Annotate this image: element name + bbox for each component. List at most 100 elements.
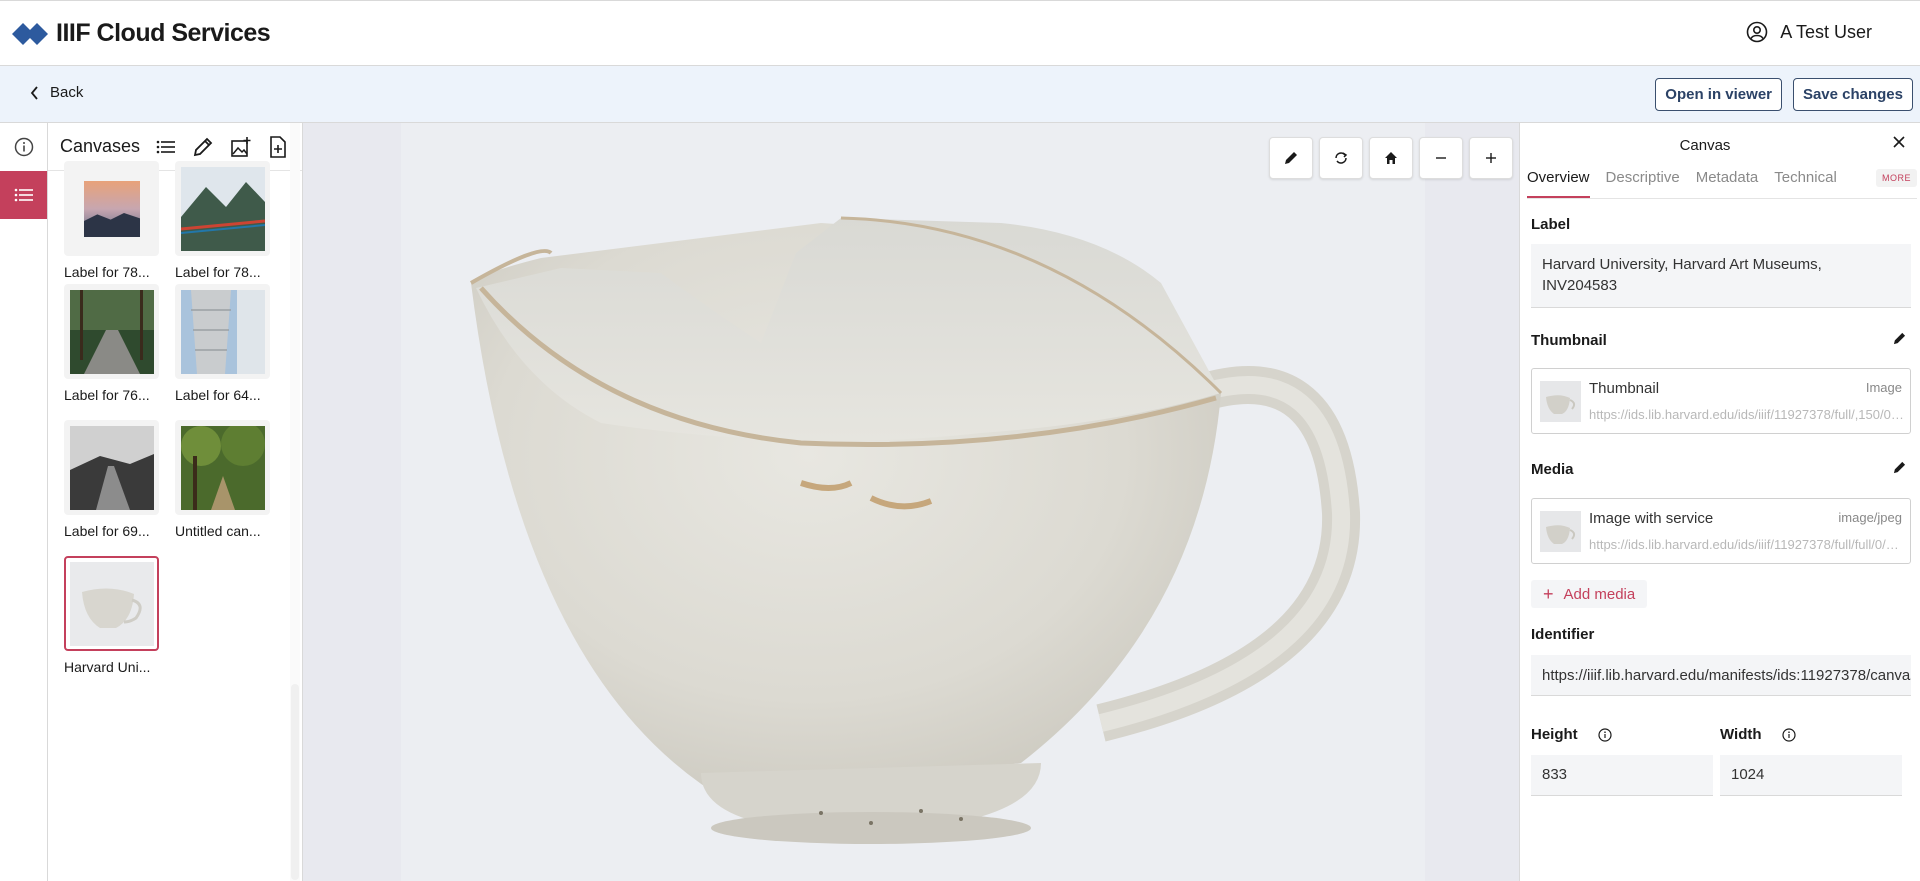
more-tabs-button[interactable]: MORE: [1876, 169, 1917, 187]
tab-descriptive[interactable]: Descriptive: [1606, 169, 1680, 198]
top-bar: IIIF Cloud Services A Test User: [0, 0, 1920, 66]
width-label: Width: [1720, 726, 1762, 743]
canvas-thumbnail[interactable]: Label for 76...: [64, 284, 174, 403]
info-icon[interactable]: [1598, 728, 1612, 742]
tab-overview[interactable]: Overview: [1527, 169, 1590, 198]
list-icon: [156, 140, 175, 153]
plus-icon: +: [1543, 583, 1554, 604]
user-name: A Test User: [1780, 21, 1872, 42]
back-button[interactable]: Back: [30, 84, 83, 101]
close-panel-button[interactable]: [1892, 135, 1906, 154]
pencil-icon: [194, 137, 213, 156]
label-field[interactable]: Harvard University, Harvard Art Museums,…: [1531, 244, 1911, 308]
thumbnail-label: Harvard Uni...: [64, 659, 151, 675]
list-icon: [14, 188, 33, 202]
width-field[interactable]: 1024: [1720, 755, 1902, 796]
rotate-button[interactable]: [1319, 137, 1363, 179]
identifier-field[interactable]: https://iiif.lib.harvard.edu/manifests/i…: [1531, 655, 1911, 696]
left-rail: [0, 123, 48, 881]
thumbnail-preview: [1540, 381, 1581, 422]
image-viewer[interactable]: [303, 123, 1519, 881]
cup-image: [69, 561, 154, 646]
plus-icon: [1486, 153, 1496, 163]
save-changes-button[interactable]: Save changes: [1792, 78, 1913, 111]
canvas-properties-panel: Canvas Overview Descriptive Metadata Tec…: [1519, 123, 1920, 881]
home-icon: [1385, 152, 1397, 164]
app-title: IIIF Cloud Services: [56, 19, 271, 47]
pencil-icon: [1285, 152, 1297, 164]
tab-metadata[interactable]: Metadata: [1696, 169, 1759, 198]
forest-path-image: [180, 425, 265, 510]
identifier-heading: Identifier: [1531, 626, 1595, 643]
rail-canvases-button[interactable]: [0, 171, 47, 219]
chevron-left-icon: [30, 85, 38, 100]
thumbnail-frame: [175, 284, 270, 379]
edit-media-button[interactable]: [1893, 461, 1906, 479]
silo-sky-image: [180, 289, 265, 374]
thumbnail-card-type: Image: [1865, 380, 1902, 395]
thumbnail-frame: [64, 420, 159, 515]
canvases-title: Canvases: [60, 136, 141, 156]
thumbnail-frame: [64, 556, 159, 651]
thumbnail-label: Label for 78...: [64, 264, 150, 280]
canvas-thumbnail-selected[interactable]: Harvard Uni...: [64, 556, 174, 675]
thumbnail-label: Label for 64...: [175, 387, 261, 403]
rail-info-button[interactable]: [0, 123, 47, 171]
thumbnail-label: Label for 76...: [64, 387, 150, 403]
canvas-thumbnail[interactable]: Label for 64...: [175, 284, 285, 403]
media-card-url: https://ids.lib.harvard.edu/ids/iiif/119…: [1589, 537, 1904, 552]
canvases-panel: Canvases Label for 78... Label for 78...…: [48, 123, 303, 881]
thumbnail-card-title: Thumbnail: [1589, 380, 1660, 397]
open-in-viewer-button[interactable]: Open in viewer: [1655, 78, 1782, 111]
cup-media-image: [1540, 511, 1581, 552]
properties-tabs: Overview Descriptive Metadata Technical …: [1527, 169, 1917, 199]
height-label: Height: [1531, 726, 1578, 743]
rotate-icon: [1335, 152, 1348, 164]
thumbnail-frame: [175, 420, 270, 515]
close-icon: [1893, 136, 1905, 148]
home-button[interactable]: [1369, 137, 1413, 179]
sunset-coast-image: [83, 180, 140, 237]
thumbnail-heading: Thumbnail: [1531, 332, 1607, 349]
annotate-button[interactable]: [1269, 137, 1313, 179]
canvas-thumbnail[interactable]: Untitled can...: [175, 420, 285, 539]
canvas-image: [401, 123, 1425, 881]
add-media-button[interactable]: + Add media: [1531, 580, 1648, 608]
iiif-logo-icon: [12, 22, 48, 45]
list-view-button[interactable]: [152, 133, 179, 161]
thumbnail-card-url: https://ids.lib.harvard.edu/ids/iiif/119…: [1589, 407, 1904, 422]
info-icon: [14, 137, 33, 157]
zoom-in-button[interactable]: [1469, 137, 1513, 179]
edit-canvases-button[interactable]: [190, 133, 217, 161]
cup-thumbnail-image: [1540, 381, 1581, 422]
app-logo[interactable]: IIIF Cloud Services: [12, 19, 271, 48]
canvases-scrollbar-thumb[interactable]: [291, 684, 299, 880]
pencil-icon: [1893, 461, 1906, 474]
thumbnail-frame: [64, 284, 159, 379]
info-icon[interactable]: [1782, 728, 1796, 742]
user-circle-icon: [1746, 21, 1768, 43]
canvas-thumbnail[interactable]: Label for 69...: [64, 420, 174, 539]
edit-thumbnail-button[interactable]: [1893, 332, 1906, 350]
viewer-toolbar: [1269, 137, 1519, 179]
canvas-thumbnail[interactable]: Label for 78...: [175, 161, 285, 280]
height-field[interactable]: 833: [1531, 755, 1713, 796]
user-menu[interactable]: A Test User: [1746, 21, 1872, 43]
add-canvas-button[interactable]: [265, 133, 292, 161]
thumbnail-frame: [64, 161, 159, 256]
mountain-flags-image: [180, 166, 265, 251]
zoom-out-button[interactable]: [1419, 137, 1463, 179]
canvas-thumbnail[interactable]: Label for 78...: [64, 161, 174, 280]
thumbnail-card[interactable]: Thumbnail Image https://ids.lib.harvard.…: [1531, 368, 1911, 434]
image-add-icon: [230, 136, 251, 157]
width-heading: Width: [1720, 726, 1796, 743]
thumbnail-frame: [175, 161, 270, 256]
add-media-label: Add media: [1563, 585, 1636, 603]
forest-road-image: [69, 289, 154, 374]
back-label: Back: [50, 84, 84, 101]
bw-road-image: [69, 425, 154, 510]
media-heading: Media: [1531, 461, 1574, 478]
media-card[interactable]: Image with service image/jpeg https://id…: [1531, 498, 1911, 564]
add-image-button[interactable]: [227, 133, 254, 161]
tab-technical[interactable]: Technical: [1774, 169, 1837, 198]
